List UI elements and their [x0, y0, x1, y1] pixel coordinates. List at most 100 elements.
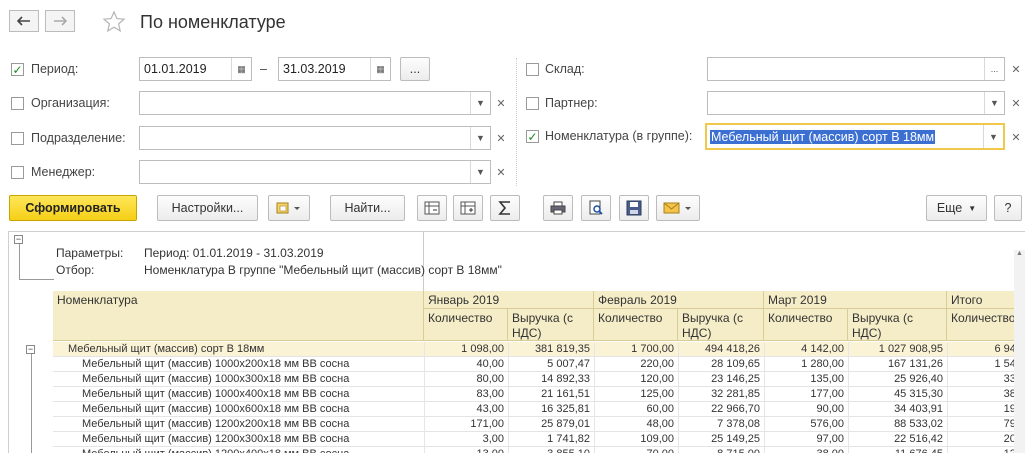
arrow-right-icon: [54, 16, 67, 26]
settings-button[interactable]: Настройки...: [157, 195, 258, 221]
period-checkbox[interactable]: ✓: [11, 63, 24, 76]
arrow-left-icon: [17, 16, 30, 26]
group-collapse-toggle[interactable]: −: [26, 345, 35, 354]
organization-checkbox[interactable]: [11, 97, 24, 110]
period-to-field[interactable]: 31.03.2019 ▦: [278, 57, 391, 81]
clear-icon[interactable]: ✕: [492, 91, 510, 115]
scroll-up-icon[interactable]: ▲: [1014, 250, 1025, 260]
select-icon[interactable]: ...: [984, 58, 1004, 80]
preview-button[interactable]: [581, 195, 611, 221]
table-expand-icon: [460, 201, 476, 215]
row-qty: 120,00: [640, 373, 674, 385]
row-revenue: 28 109,65: [711, 358, 760, 370]
dropdown-icon[interactable]: ▼: [983, 125, 1003, 148]
partner-label: Партнер:: [545, 96, 598, 110]
floppy-icon: [626, 200, 642, 216]
row-qty: 1 098,00: [461, 343, 504, 355]
send-button[interactable]: [656, 195, 700, 221]
nomenclature-checkbox[interactable]: ✓: [526, 130, 539, 143]
print-button[interactable]: [543, 195, 573, 221]
row-item-name: Мебельный щит (массив) 1000х300х18 мм ВВ…: [82, 373, 350, 385]
calendar-icon[interactable]: ▦: [370, 58, 390, 80]
row-qty: 135,00: [810, 373, 844, 385]
generate-button[interactable]: Сформировать: [9, 195, 137, 221]
row-qty: 109,00: [640, 433, 674, 445]
department-checkbox[interactable]: [11, 132, 24, 145]
row-revenue: 34 403,91: [894, 403, 943, 415]
row-revenue: 381 819,35: [534, 343, 590, 355]
report-spreadsheet[interactable]: − Параметры: Период: 01.01.2019 - 31.03.…: [8, 231, 1025, 453]
row-item-name: Мебельный щит (массив) 1200х200х18 мм ВВ…: [82, 418, 350, 430]
star-icon: [102, 10, 126, 33]
warehouse-label: Склад:: [545, 62, 585, 76]
group-tree-line: [31, 354, 32, 453]
organization-field[interactable]: ▼: [139, 91, 491, 115]
clear-icon[interactable]: ✕: [492, 126, 510, 150]
department-label: Подразделение:: [31, 131, 126, 145]
department-field[interactable]: ▼: [139, 126, 491, 150]
back-button[interactable]: [9, 10, 39, 32]
forward-button[interactable]: [45, 10, 75, 32]
col-header-revenue: Выручка (с НДС): [678, 309, 764, 341]
clear-icon[interactable]: ✕: [1007, 91, 1025, 115]
col-header-qty: Количество: [594, 309, 678, 341]
find-button[interactable]: Найти...: [330, 195, 405, 221]
favorite-button[interactable]: [102, 10, 126, 37]
partner-checkbox[interactable]: [526, 97, 539, 110]
dropdown-icon[interactable]: ▼: [470, 127, 490, 149]
col-header-qty: Количество: [424, 309, 508, 341]
vertical-scrollbar[interactable]: ▲: [1014, 250, 1025, 453]
row-qty: 177,00: [810, 388, 844, 400]
collapse-toggle[interactable]: −: [14, 235, 23, 244]
variants-button[interactable]: [268, 195, 310, 221]
more-menu-button[interactable]: Еще ▼: [926, 195, 987, 221]
dropdown-icon[interactable]: ▼: [470, 161, 490, 183]
row-revenue: 1 027 908,95: [878, 343, 943, 355]
row-qty: 90,00: [816, 403, 844, 415]
row-qty: 43,00: [476, 403, 504, 415]
sum-button[interactable]: [490, 195, 520, 221]
period-select-button[interactable]: ...: [400, 57, 430, 81]
warehouse-checkbox[interactable]: [526, 63, 539, 76]
period-from-field[interactable]: 01.01.2019 ▦: [139, 57, 252, 81]
save-button[interactable]: [619, 195, 649, 221]
partner-field[interactable]: ▼: [707, 91, 1005, 115]
clear-icon[interactable]: ✕: [492, 160, 510, 184]
row-revenue: 22 516,42: [894, 433, 943, 445]
manager-checkbox[interactable]: [11, 166, 24, 179]
column-divider: [764, 342, 765, 453]
manager-field[interactable]: ▼: [139, 160, 491, 184]
column-divider: [594, 342, 595, 453]
row-qty: 60,00: [646, 403, 674, 415]
report-variant-icon: [276, 202, 300, 214]
column-divider: [678, 342, 679, 453]
row-revenue: 14 892,33: [541, 373, 590, 385]
calendar-icon[interactable]: ▦: [231, 58, 251, 80]
row-revenue: 32 281,85: [711, 388, 760, 400]
row-revenue: 21 161,51: [541, 388, 590, 400]
row-revenue: 3 855,10: [508, 448, 594, 453]
group-expand-button[interactable]: [453, 195, 483, 221]
params-value: Период: 01.01.2019 - 31.03.2019: [144, 246, 324, 260]
row-qty: 48,00: [646, 418, 674, 430]
row-revenue: 25 879,01: [541, 418, 590, 430]
clear-icon[interactable]: ✕: [1007, 57, 1025, 81]
row-revenue: 7 378,08: [717, 418, 760, 430]
help-button[interactable]: ?: [994, 195, 1022, 221]
dropdown-icon[interactable]: ▼: [984, 92, 1004, 114]
organization-label: Организация:: [31, 96, 110, 110]
nomenclature-field[interactable]: Мебельный щит (массив) сорт В 18мм ▼: [705, 123, 1005, 150]
row-item-name: Мебельный щит (массив) 1000х600х18 мм ВВ…: [82, 403, 350, 415]
warehouse-field[interactable]: ...: [707, 57, 1005, 81]
row-revenue: 25 149,25: [711, 433, 760, 445]
clear-icon[interactable]: ✕: [1007, 125, 1025, 149]
row-qty: 125,00: [640, 388, 674, 400]
group-collapse-button[interactable]: [417, 195, 447, 221]
row-qty: 171,00: [470, 418, 504, 430]
dropdown-icon[interactable]: ▼: [470, 92, 490, 114]
col-header-qty: Количество: [764, 309, 848, 341]
column-divider: [508, 342, 509, 453]
period-label: Период:: [31, 62, 79, 76]
print-preview-icon: [589, 200, 603, 215]
sigma-icon: [498, 201, 510, 215]
